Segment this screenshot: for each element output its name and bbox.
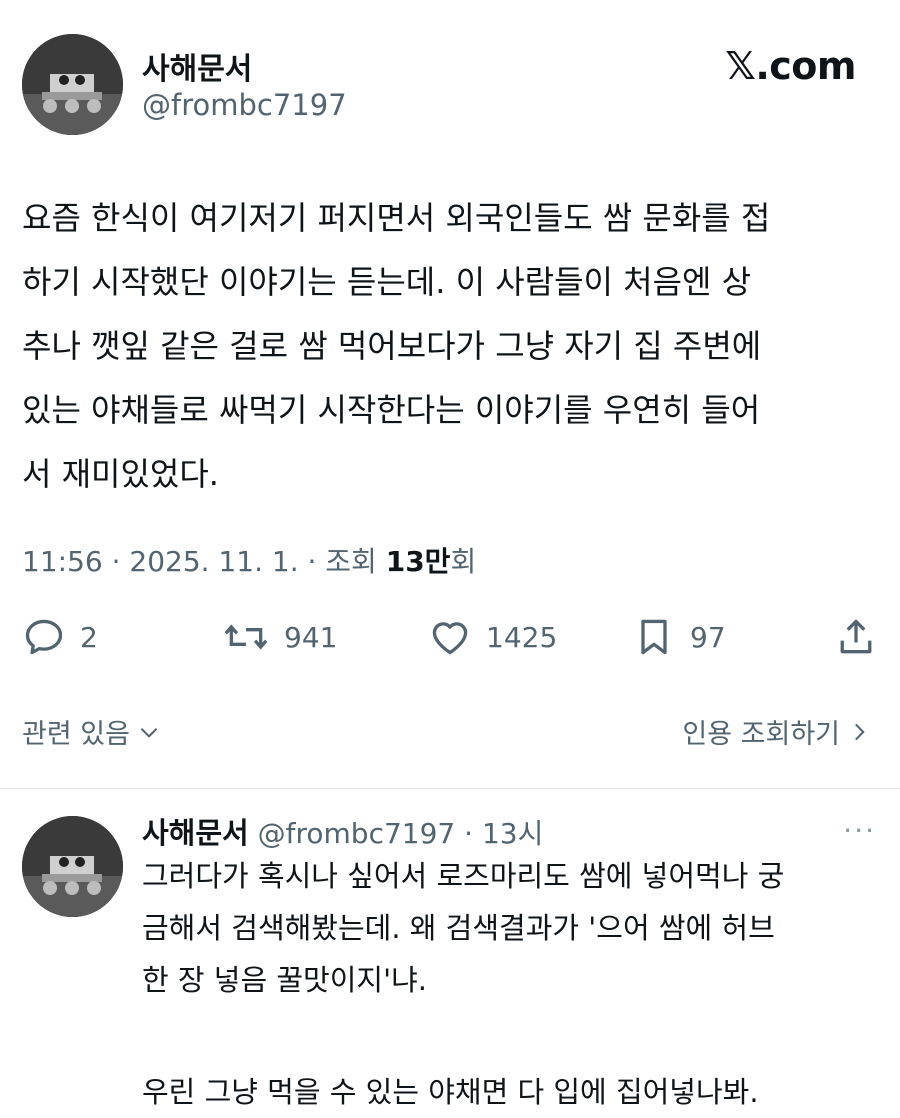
tweet-text: 요즘 한식이 여기저기 퍼지면서 외국인들도 쌈 문화를 접 하기 시작했단 이… [22,186,882,506]
more-icon[interactable]: ··· [843,814,876,847]
bookmark-icon [641,619,667,655]
avatar-rover-image [22,34,123,135]
reply-line: 우린 그냥 먹을 수 있는 야채면 다 입에 집어넣나봐. [142,1075,759,1109]
view-quotes-label: 인용 조회하기 [682,719,840,750]
like-count: 1425 [486,620,558,654]
related-label: 관련 있음 [22,719,130,750]
divider [0,788,900,789]
avatar-rover-image [22,816,123,917]
share-button[interactable] [834,615,878,659]
reply-separator: · [464,817,474,850]
retweet-count: 941 [284,620,338,654]
like-icon [432,622,468,655]
view-count: 13만 [385,545,451,578]
reply-author-name[interactable]: 사해문서 [142,816,249,850]
avatar[interactable] [22,34,123,135]
like-button[interactable]: 1425 [428,615,557,659]
reply-count: 2 [80,620,98,654]
chevron-right-icon [855,723,865,740]
tweet-line: 하기 시작했단 이야기는 듣는데. 이 사람들이 처음엔 상 [22,263,752,301]
tweet-line: 요즘 한식이 여기저기 퍼지면서 외국인들도 쌈 문화를 접 [22,199,771,237]
reply-line: 한 장 넣음 꿀맛이지'냐. [142,963,427,997]
tweet-line: 있는 야채들로 싸먹기 시작한다는 이야기를 우연히 들어 [22,391,761,429]
author-handle[interactable]: @frombc7197 [142,88,347,122]
retweet-button[interactable]: 941 [222,615,337,659]
reply-button[interactable]: 2 [22,615,98,659]
reply-icon [25,619,63,655]
bookmark-button[interactable]: 97 [632,615,726,659]
reply-author-handle[interactable]: @frombc7197 [258,817,456,850]
tweet-line: 서 재미있었다. [22,455,219,493]
author-name[interactable]: 사해문서 [142,44,252,88]
reply-time[interactable]: 13시 [482,817,543,850]
view-quotes-link[interactable]: 인용 조회하기 [682,712,872,751]
view-unit: 회 [450,545,477,578]
reply-line: 그러다가 혹시나 싶어서 로즈마리도 쌈에 넣어먹나 궁 [142,859,785,893]
reply-line [142,1006,882,1066]
reply-text: 그러다가 혹시나 싶어서 로즈마리도 쌈에 넣어먹나 궁 금해서 검색해봤는데.… [142,850,882,1118]
bookmark-count: 97 [690,620,726,654]
x-logo: 𝕏.com [725,44,856,88]
tweet-line: 추나 깻잎 같은 걸로 쌈 먹어보다가 그냥 자기 집 주변에 [22,327,762,365]
share-icon [840,619,872,654]
chevron-down-icon [140,727,158,738]
related-toggle[interactable]: 관련 있음 [22,712,162,751]
timestamp[interactable]: 11:56 · 2025. 11. 1. · 조회 [22,545,386,578]
reply-line: 금해서 검색해봤는데. 왜 검색결과가 '으어 쌈에 허브 [142,911,775,945]
tweet-meta: 11:56 · 2025. 11. 1. · 조회 13만회 [22,540,476,580]
reply-header: 사해문서 @frombc7197 · 13시 [142,810,543,852]
reply-avatar[interactable] [22,816,123,917]
retweet-icon [224,624,268,650]
